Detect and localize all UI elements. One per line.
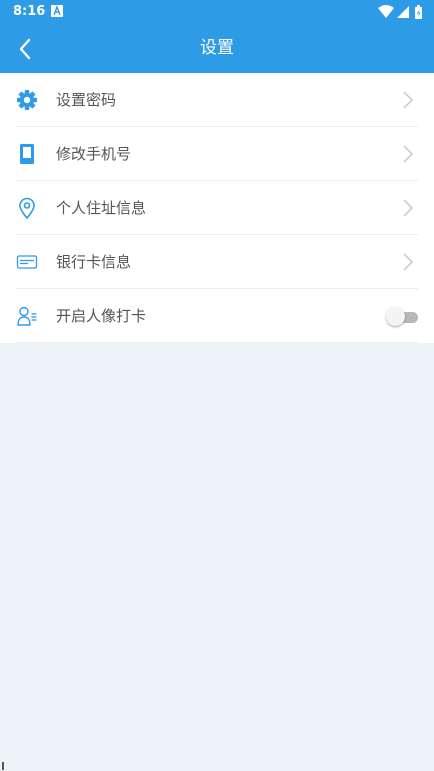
settings-item-bank-card[interactable]: 银行卡信息 xyxy=(0,235,434,289)
cell-signal-icon xyxy=(397,6,409,18)
battery-icon xyxy=(415,5,422,19)
chevron-right-icon xyxy=(403,91,414,109)
status-icons xyxy=(378,5,422,19)
corner-mark xyxy=(2,762,4,770)
settings-item-label: 设置密码 xyxy=(56,91,117,109)
toggle-thumb xyxy=(386,307,405,326)
location-pin-icon xyxy=(19,197,35,219)
status-time: 8:16 xyxy=(13,4,46,19)
settings-item-address[interactable]: 个人住址信息 xyxy=(0,181,434,235)
chevron-right-icon xyxy=(403,253,414,271)
status-bar: 8:16 xyxy=(0,0,434,24)
chevron-right-icon xyxy=(403,145,414,163)
wifi-icon xyxy=(378,5,394,18)
gear-icon xyxy=(17,90,37,110)
face-id-icon xyxy=(17,306,37,326)
settings-list: 设置密码 修改手机号 个人住址信息 银行卡信息 开启人像打卡 xyxy=(0,73,434,343)
page-title: 设置 xyxy=(200,38,234,58)
app-bar: 设置 xyxy=(0,24,434,73)
settings-item-label: 开启人像打卡 xyxy=(56,307,147,325)
settings-item-label: 银行卡信息 xyxy=(56,253,132,271)
settings-item-password[interactable]: 设置密码 xyxy=(0,73,434,127)
bank-card-icon xyxy=(16,255,38,269)
chevron-right-icon xyxy=(403,199,414,217)
settings-item-phone[interactable]: 修改手机号 xyxy=(0,127,434,181)
divider xyxy=(16,342,418,343)
face-checkin-toggle[interactable] xyxy=(386,307,418,327)
settings-item-face-checkin[interactable]: 开启人像打卡 xyxy=(0,289,434,343)
notification-a-icon xyxy=(51,5,63,17)
settings-item-label: 个人住址信息 xyxy=(56,199,147,217)
phone-icon xyxy=(20,144,34,164)
settings-item-label: 修改手机号 xyxy=(56,145,132,163)
